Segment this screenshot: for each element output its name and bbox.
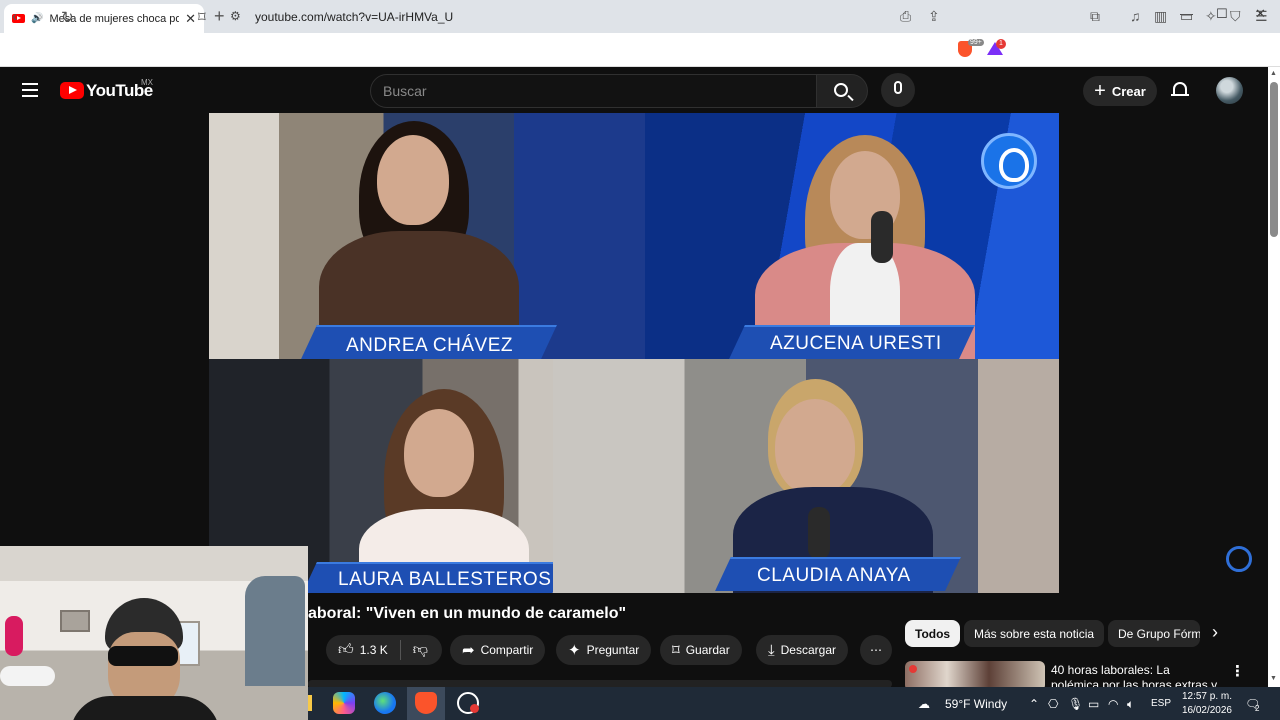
share-label: Compartir [480, 643, 534, 657]
taskbar-edge [308, 695, 312, 711]
volume-icon[interactable]: 🔈︎ [1127, 697, 1134, 712]
name-tag-andrea: ANDREA CHÁVEZ [346, 335, 513, 356]
share-page-icon[interactable]: ⇪ [928, 8, 940, 25]
mic-tray-icon[interactable]: 🎙︎ [1068, 697, 1083, 711]
ask-button[interactable]: ✦ Preguntar [556, 635, 652, 665]
download-button[interactable]: ⤓ Descargar [756, 635, 848, 665]
battery-icon[interactable]: ▭ [1088, 697, 1099, 711]
menu-icon[interactable]: ☰ [1255, 8, 1268, 25]
voice-search-button[interactable] [881, 73, 915, 107]
search-box [370, 74, 817, 108]
weather-text[interactable]: 59°F Windy [945, 697, 1007, 711]
chip-grupo-formula[interactable]: De Grupo Fórm [1108, 620, 1200, 647]
reload-icon[interactable]: ↻ [61, 8, 74, 26]
obs-record-badge [470, 704, 479, 713]
back-icon[interactable]: ‹ [12, 8, 17, 25]
rewards-badge: 1 [996, 39, 1006, 49]
share-button[interactable]: ➦ Compartir [450, 635, 546, 665]
channel-logo-icon[interactable] [1226, 546, 1252, 572]
search-button[interactable] [816, 74, 868, 108]
share-icon: ➦ [462, 642, 475, 659]
notifications-bell-icon[interactable] [1171, 82, 1189, 98]
extension-icon[interactable]: ⧉ [1090, 8, 1100, 25]
chevron-right-icon[interactable]: › [1212, 622, 1218, 643]
save-icon: ⌑ [672, 642, 680, 659]
tab-close-icon[interactable]: ✕ [185, 11, 196, 27]
more-actions-button[interactable]: ⋯ [860, 635, 892, 665]
ask-label: Preguntar [586, 643, 640, 657]
name-tag-claudia: CLAUDIA ANAYA [757, 565, 911, 586]
guide-menu-icon[interactable] [22, 83, 38, 97]
youtube-logo-icon[interactable] [60, 82, 84, 99]
site-info-icon[interactable]: ⚙ [230, 9, 241, 23]
name-tag-azucena: AZUCENA URESTI [770, 333, 942, 354]
weather-icon[interactable]: ☁ [918, 697, 930, 711]
save-button[interactable]: ⌑ Guardar [660, 635, 742, 665]
wallet-icon[interactable]: ▭ [1180, 8, 1193, 25]
channel-watermark-icon [981, 133, 1037, 189]
brave-taskbar-icon[interactable] [415, 692, 437, 714]
tray-chevron-icon[interactable]: ⌃ [1029, 697, 1039, 711]
brave-badge: 99+ [968, 39, 984, 46]
notification-count: 2 [1255, 704, 1260, 713]
chip-todos[interactable]: Todos [905, 620, 961, 647]
microphone-icon [894, 81, 902, 94]
browser-tab[interactable]: 🔊 Mesa de mujeres choca por j ✕ [4, 4, 204, 33]
scroll-down-icon[interactable]: ▼ [1270, 675, 1277, 682]
save-label: Guardar [685, 643, 730, 657]
network-device-icon[interactable]: ⎔ [1048, 697, 1058, 711]
download-icon: ⤓ [768, 641, 775, 659]
clock-date[interactable]: 16/02/2026 [1172, 704, 1232, 717]
create-label: Crear [1111, 83, 1146, 99]
cast-icon[interactable]: ⎙ [900, 8, 911, 25]
new-tab-icon[interactable]: + [214, 6, 225, 27]
video-panel-top-left: ANDREA CHÁVEZ [209, 113, 645, 359]
region-code: MX [141, 78, 153, 87]
media-icon[interactable]: ♫ [1130, 8, 1141, 24]
wifi-icon[interactable]: ◠ [1108, 697, 1118, 711]
sidebar-icon[interactable]: ▥ [1154, 8, 1167, 25]
download-label: Descargar [780, 643, 836, 657]
more-icon: ⋯ [870, 643, 882, 657]
forward-icon[interactable]: › [38, 8, 43, 25]
clock-time[interactable]: 12:57 p. m. [1172, 690, 1232, 703]
language-indicator[interactable]: ESP [1151, 698, 1171, 709]
bookmark-icon[interactable]: ⌑ [198, 8, 206, 26]
video-panel-bottom-right: CLAUDIA ANAYA [553, 359, 1059, 593]
plus-icon: + [1094, 80, 1106, 102]
account-avatar[interactable] [1216, 77, 1243, 104]
sparkle-icon: ✦ [568, 642, 581, 659]
like-count[interactable]: 1.3 K [360, 643, 388, 657]
leo-icon[interactable]: ✧ [1205, 8, 1217, 25]
search-input[interactable] [383, 83, 783, 99]
edge-icon[interactable] [374, 692, 396, 714]
webcam-overlay [0, 546, 308, 720]
like-dislike-group: 👍︎ 1.3 K 👎︎ [326, 635, 442, 665]
create-button[interactable]: + Crear [1083, 76, 1157, 106]
video-title: aboral: "Viven en un mundo de caramelo" [308, 605, 627, 622]
dislike-icon[interactable]: 👎︎ [413, 641, 428, 659]
chip-mas-noticia[interactable]: Más sobre esta noticia [964, 620, 1105, 647]
maximize-button[interactable]: ☐ [1216, 6, 1228, 22]
vpn-icon[interactable]: ⛉ [1230, 8, 1241, 25]
like-icon[interactable]: 👍︎ [338, 641, 354, 659]
name-tag-laura: LAURA BALLESTEROS [338, 569, 552, 590]
scrollbar-thumb[interactable] [1270, 82, 1278, 237]
recommendation-more-icon[interactable]: ⋮ [1230, 662, 1245, 680]
copilot-icon[interactable] [333, 692, 355, 714]
search-icon [834, 83, 848, 97]
address-bar [0, 33, 1280, 67]
video-player[interactable]: ANDREA CHÁVEZ AZUCENA URESTI LAURA BALLE… [209, 113, 1059, 593]
scroll-up-icon[interactable]: ▲ [1270, 70, 1277, 77]
url-field[interactable]: youtube.com/watch?v=UA-irHMVa_U [255, 10, 453, 24]
